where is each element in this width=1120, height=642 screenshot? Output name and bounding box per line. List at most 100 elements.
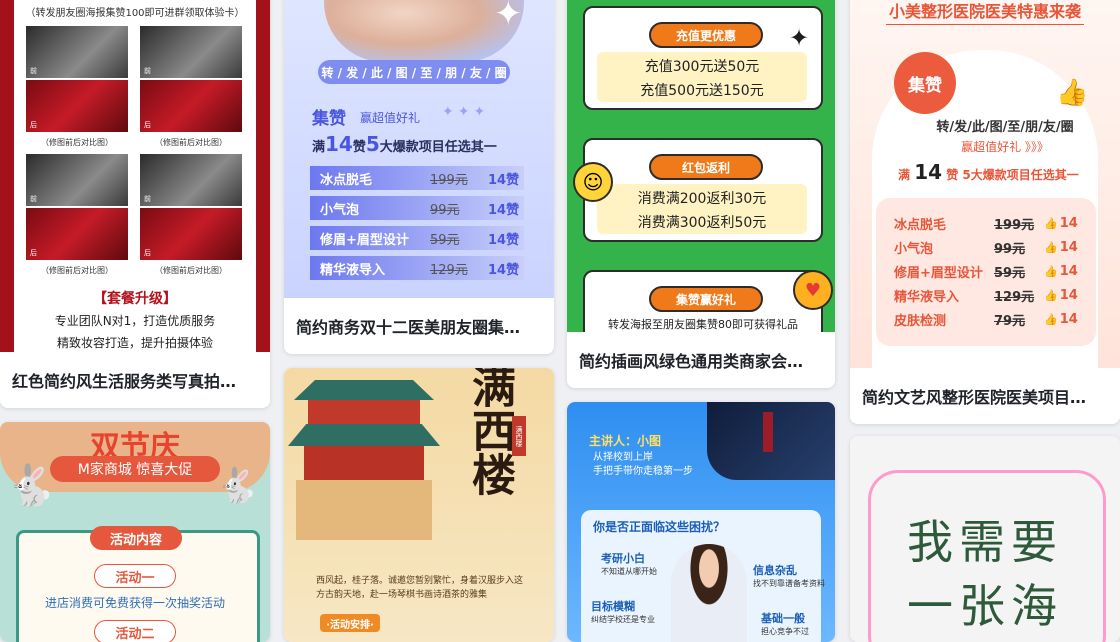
handwritten-line: 一张海 <box>907 579 1063 633</box>
share-banner: 转 / 发 / 此 / 图 / 至 / 朋 / 友 / 圈 <box>318 60 510 84</box>
template-card-8[interactable]: 我需要 一张海 <box>850 436 1120 642</box>
service-name: 冰点脱毛 <box>894 217 947 233</box>
share-text: 转/发/此/图/至/朋/友/圈 <box>936 120 1074 135</box>
service-item: 皮肤检测 79元 👍 14 <box>894 308 1094 330</box>
upgrade-line-1: 专业团队N对1，打造优质服务 <box>54 314 216 328</box>
handwritten-line: 我需要 <box>907 515 1063 569</box>
service-name: 精华液导入 <box>894 289 960 305</box>
card-thumbnail[interactable]: 主讲人：小图 从择校到上岸 手把手带你走稳第一步 你是否正面临这些困扰？ 考研小… <box>567 402 835 642</box>
compare-caption: （修图前后对比图） <box>41 266 113 275</box>
template-card-2[interactable]: ✦ 转 / 发 / 此 / 图 / 至 / 朋 / 友 / 圈 集赞 赢超值好礼… <box>284 0 554 354</box>
service-name: 小气泡 <box>894 241 934 257</box>
card-thumbnail[interactable]: （转发朋友圈海报集赞100即可进群领取体验卡） 前 后 前 后 （修图前后对比图… <box>0 0 270 352</box>
photo-before-1 <box>26 26 128 78</box>
card-thumbnail[interactable]: 双节庆 M家商城 惊喜大促 🐇 🐇 活动内容 活动一 进店消费可免费获得一次抽奖… <box>0 422 270 642</box>
service-item: 小气泡 99元 14赞 <box>310 196 524 220</box>
speaker-desc: 手把手带你走稳第一步 <box>593 466 693 477</box>
photo-after-2 <box>140 80 242 132</box>
pavilion-illustration <box>284 368 444 558</box>
service-likes: 14 <box>1059 263 1078 279</box>
label-before: 前 <box>144 67 151 75</box>
service-item: 冰点脱毛 199元 👍 14 <box>894 212 1094 234</box>
service-item: 精华液导入 129元 👍 14 <box>894 284 1094 306</box>
service-name: 修眉+眉型设计 <box>320 232 409 248</box>
service-name: 冰点脱毛 <box>320 172 373 188</box>
card-title[interactable]: 简约文艺风整形医院医美项目… <box>850 368 1120 424</box>
card-title[interactable]: 简约商务双十二医美朋友圈集… <box>284 298 554 354</box>
pain-desc: 找不到靠谱备考资料 <box>753 579 825 588</box>
template-card-6[interactable]: 满西楼 满西楼 西风起，桂子落。诚邀您暂别繁忙，身着汉服步入这方古韵天地，赴一场… <box>284 368 554 642</box>
label-after: 后 <box>30 249 37 257</box>
card-title[interactable]: 红色简约风生活服务类写真拍… <box>0 352 270 408</box>
promo-panel: 充值更优惠 充值300元送50元 充值500元送150元 <box>583 6 823 110</box>
service-likes: 14赞 <box>488 172 520 188</box>
pain-title: 基础一般 <box>761 612 805 625</box>
card-title[interactable]: 简约插画风绿色通用类商家会… <box>567 332 835 388</box>
label-before: 前 <box>30 67 37 75</box>
service-item: 修眉+眉型设计 59元 👍 14 <box>894 260 1094 282</box>
intro-paragraph: 西风起，桂子落。诚邀您暂别繁忙，身着汉服步入这方古韵天地，赴一场琴棋书画诗酒茶的… <box>316 576 524 600</box>
service-price: 129元 <box>994 289 1035 305</box>
template-card-4[interactable]: 小美整形医院医美特惠来袭 集赞 👍 转/发/此/图/至/朋/友/圈 赢超值好礼 … <box>850 0 1120 424</box>
thumbs-up-icon: 👍 <box>1044 264 1058 278</box>
thumbs-up-icon: 👍 <box>1056 78 1089 108</box>
photo-after-4 <box>140 208 242 260</box>
template-card-3[interactable]: 充值更优惠 充值300元送50元 充值500元送150元 ✦ 红包返利 消费满2… <box>567 0 835 388</box>
pain-point: 目标模糊 纠结学校还是专业 <box>591 598 671 625</box>
heart-bubble-icon: ♥ <box>793 270 833 310</box>
card-thumbnail[interactable]: 充值更优惠 充值300元送50元 充值500元送150元 ✦ 红包返利 消费满2… <box>567 0 835 332</box>
photo-before-2 <box>140 26 242 78</box>
template-card-1[interactable]: （转发朋友圈海报集赞100即可进群领取体验卡） 前 后 前 后 （修图前后对比图… <box>0 0 270 408</box>
service-name: 修眉+眉型设计 <box>894 265 983 281</box>
card-thumbnail[interactable]: 小美整形医院医美特惠来袭 集赞 👍 转/发/此/图/至/朋/友/圈 赢超值好礼 … <box>850 0 1120 368</box>
service-likes: 14赞 <box>488 202 520 218</box>
red-seal: 满西楼 <box>512 416 526 456</box>
promo-rule: 充值300元送50元 <box>644 59 760 75</box>
package-upgrade-title: 【套餐升级】 <box>93 291 177 307</box>
compare-caption: （修图前后对比图） <box>41 138 113 147</box>
promo-panel: 红包返利 消费满200返利30元 消费满300返利50元 <box>583 138 823 242</box>
promo-rule: 充值500元送150元 <box>640 83 764 99</box>
service-price: 99元 <box>994 241 1026 257</box>
pain-title: 考研小白 <box>601 552 645 565</box>
promo-tag: 充值更优惠 <box>649 22 763 48</box>
thumbs-up-icon: 👍 <box>1044 240 1058 254</box>
service-price: 59元 <box>430 232 460 248</box>
pain-point: 考研小白 不知道从哪开始 <box>601 550 681 577</box>
clinic-headline: 小美整形医院医美特惠来袭 <box>888 2 1081 21</box>
speaker-tag: 主讲人：小图 <box>589 434 662 448</box>
promo-rule: 消费满300返利50元 <box>637 215 767 231</box>
photo-before-3 <box>26 154 128 206</box>
thumbs-up-icon: 👍 <box>1044 216 1058 230</box>
photo-after-3 <box>26 208 128 260</box>
card-thumbnail[interactable]: 我需要 一张海 <box>850 436 1120 642</box>
pain-point: 基础一般 担心竞争不过 <box>761 610 831 637</box>
promo-tag: 集赞赢好礼 <box>649 286 763 312</box>
label-after: 后 <box>30 121 37 129</box>
service-item: 冰点脱毛 199元 14赞 <box>310 166 524 190</box>
template-card-5[interactable]: 双节庆 M家商城 惊喜大促 🐇 🐇 活动内容 活动一 进店消费可免费获得一次抽奖… <box>0 422 270 642</box>
win-gift-text: 赢超值好礼 》》》 <box>961 140 1049 154</box>
label-after: 后 <box>144 121 151 129</box>
rabbit-illustration: 🐇 <box>216 466 259 506</box>
service-name: 皮肤检测 <box>894 313 947 329</box>
service-price: 199元 <box>430 172 468 188</box>
service-price: 79元 <box>994 313 1026 329</box>
win-gift-text: 赢超值好礼 <box>360 111 421 125</box>
upgrade-line-2: 精致妆容打造，提升拍摄体验 <box>56 336 213 350</box>
card-thumbnail[interactable]: ✦ 转 / 发 / 此 / 图 / 至 / 朋 / 友 / 圈 集赞 赢超值好礼… <box>284 0 554 298</box>
service-price: 99元 <box>430 202 460 218</box>
template-card-7[interactable]: 主讲人：小图 从择校到上岸 手把手带你走稳第一步 你是否正面临这些困扰？ 考研小… <box>567 402 835 642</box>
likes-requirement: 满14赞5大爆款项目任选其一 <box>312 132 497 156</box>
poster-top-note: （转发朋友圈海报集赞100即可进群领取体验卡） <box>25 7 245 19</box>
service-price: 199元 <box>994 217 1035 233</box>
question-heading: 你是否正面临这些困扰？ <box>593 520 726 534</box>
speaker-desc: 从择校到上岸 <box>593 452 653 463</box>
jizan-heading: 集赞 <box>312 109 346 129</box>
card-thumbnail[interactable]: 满西楼 满西楼 西风起，桂子落。诚邀您暂别繁忙，身着汉服步入这方古韵天地，赴一场… <box>284 368 554 642</box>
promo-rule: 转发海报至朋友圈集赞80即可获得礼品 <box>608 318 798 331</box>
service-likes: 14 <box>1059 239 1078 255</box>
pavilion-body <box>308 400 420 424</box>
service-price: 129元 <box>430 262 468 278</box>
label-after: 后 <box>144 249 151 257</box>
